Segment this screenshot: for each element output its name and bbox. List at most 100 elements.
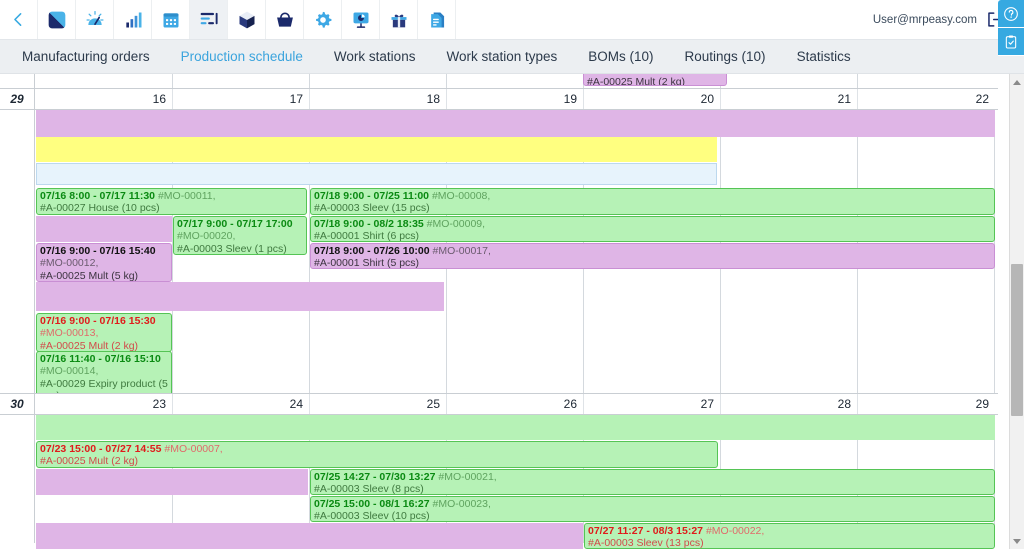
task-bar-mo-00013[interactable]: 07/16 9:00 - 07/16 15:30 #MO-00013, #A-0… — [36, 313, 172, 352]
chevron-left-icon — [14, 13, 22, 26]
task-mo-number: #MO-00007, — [164, 443, 223, 455]
task-product: #A-00003 Sleev (13 pcs) — [588, 537, 704, 549]
nav-icon-documents[interactable] — [418, 0, 456, 39]
scroll-up-button[interactable] — [1010, 74, 1024, 90]
tab-statistics[interactable]: Statistics — [797, 49, 851, 64]
task-bar-continuation-yellow[interactable] — [36, 137, 717, 162]
tab-work-stations[interactable]: Work stations — [334, 49, 416, 64]
nav-icon-calendar[interactable] — [152, 0, 190, 39]
task-bar-continuation-purple-4[interactable] — [36, 469, 308, 495]
task-bar-partial-top[interactable]: #A-00025 Mult (2 kg) — [583, 74, 727, 86]
task-product: #A-00003 Sleev (15 pcs) — [314, 202, 430, 215]
day-header-28[interactable]: 28 — [721, 394, 858, 414]
task-time: 07/18 9:00 - 08/2 18:35 — [314, 218, 427, 230]
task-bar-mo-00008[interactable]: 07/18 9:00 - 07/25 11:00 #MO-00008, #A-0… — [310, 188, 995, 215]
tab-production-schedule[interactable]: Production schedule — [181, 49, 303, 64]
day-header-17[interactable]: 17 — [173, 89, 310, 109]
week-29-number-column — [0, 110, 35, 393]
nav-icon-products[interactable] — [380, 0, 418, 39]
week-band-29: 29 16 17 18 19 20 21 22 07/16 8:00 - 07/… — [0, 88, 998, 402]
nav-icon-crm[interactable] — [342, 0, 380, 39]
nav-icon-performance[interactable] — [76, 0, 114, 39]
task-bar-mo-00021[interactable]: 07/25 14:27 - 07/30 13:27 #MO-00021, #A-… — [310, 469, 995, 495]
task-product: #A-00003 Sleev (10 pcs) — [314, 510, 430, 522]
day-header-23[interactable]: 23 — [35, 394, 173, 414]
task-time: 07/18 9:00 - 07/26 10:00 — [314, 245, 433, 257]
task-bar-continuation-purple-1[interactable] — [36, 110, 995, 137]
task-time: 07/25 15:00 - 08/1 16:27 — [314, 498, 433, 510]
task-mo-number: #MO-00008, — [431, 190, 491, 202]
task-bar-continuation-purple-2[interactable] — [36, 216, 172, 242]
task-bar-mo-00017[interactable]: 07/18 9:00 - 07/26 10:00 #MO-00017, #A-0… — [310, 243, 995, 269]
task-bar-continuation-purple-5[interactable] — [36, 523, 583, 549]
task-bar-continuation-purple-3[interactable] — [36, 282, 444, 311]
day-header-16[interactable]: 16 — [35, 89, 173, 109]
week-30-day-header: 30 23 24 25 26 27 28 29 — [0, 393, 998, 415]
task-time: 07/25 14:27 - 07/30 13:27 — [314, 471, 439, 483]
nav-icon-reports[interactable] — [114, 0, 152, 39]
task-product: #A-00003 Sleev (8 pcs) — [314, 483, 424, 495]
nav-icon-production-planning[interactable] — [190, 0, 228, 39]
day-header-22[interactable]: 22 — [858, 89, 995, 109]
tab-work-station-types[interactable]: Work station types — [446, 49, 557, 64]
task-bar-continuation-blue[interactable] — [36, 163, 717, 185]
day-header-26[interactable]: 26 — [447, 394, 584, 414]
day-header-20[interactable]: 20 — [584, 89, 721, 109]
task-product: #A-00027 House (10 pcs) — [40, 202, 160, 215]
cube-icon — [239, 11, 254, 28]
day-header-27[interactable]: 27 — [584, 394, 721, 414]
task-product: #A-00001 Shirt (5 pcs) — [314, 257, 420, 269]
task-bar-continuation-green-1[interactable] — [36, 415, 995, 440]
scroll-down-button[interactable] — [1010, 533, 1024, 549]
task-mo-number: #MO-00020, — [177, 230, 236, 243]
week-30-number-column — [0, 415, 35, 543]
nav-icon-settings[interactable] — [304, 0, 342, 39]
task-mo-number: #MO-00009, — [426, 218, 486, 230]
tab-boms[interactable]: BOMs (10) — [588, 49, 653, 64]
tab-manufacturing-orders[interactable]: Manufacturing orders — [22, 49, 150, 64]
nav-icon-dashboard[interactable] — [38, 0, 76, 39]
tasks-button[interactable] — [998, 28, 1024, 56]
tab-routings[interactable]: Routings (10) — [685, 49, 766, 64]
scrollbar-thumb[interactable] — [1011, 264, 1023, 416]
task-bar-mo-00020[interactable]: 07/17 9:00 - 07/17 17:00 #MO-00020, #A-0… — [173, 216, 307, 255]
task-bar-mo-00022[interactable]: 07/27 11:27 - 08/3 15:27 #MO-00022, #A-0… — [584, 523, 995, 549]
day-header-18[interactable]: 18 — [310, 89, 447, 109]
task-bar-mo-00009[interactable]: 07/18 9:00 - 08/2 18:35 #MO-00009, #A-00… — [310, 216, 995, 242]
schedule-gantt[interactable]: #A-00025 Mult (2 kg) 29 16 17 18 19 20 2… — [0, 74, 998, 549]
question-mark-icon — [1004, 6, 1018, 21]
day-header-29[interactable]: 29 — [858, 394, 995, 414]
task-time: 07/27 11:27 - 08/3 15:27 — [588, 525, 706, 537]
task-bar-mo-00012[interactable]: 07/16 9:00 - 07/16 15:40 #MO-00012, #A-0… — [36, 243, 172, 282]
task-mo-number: #MO-00021, — [438, 471, 497, 483]
task-mo-number: #MO-00013, — [40, 327, 99, 340]
production-schedule-page: User@mrpeasy.com Manufacturing orders Pr… — [0, 0, 1024, 549]
day-header-19[interactable]: 19 — [447, 89, 584, 109]
calendar-icon — [163, 12, 178, 27]
task-time: 07/16 9:00 - 07/16 15:40 — [40, 245, 156, 257]
document-icon — [430, 12, 444, 27]
day-header-21[interactable]: 21 — [721, 89, 858, 109]
task-time: 07/18 9:00 - 07/25 11:00 — [314, 190, 432, 202]
schedule-inner: #A-00025 Mult (2 kg) 29 16 17 18 19 20 2… — [0, 74, 998, 549]
nav-icon-procurement[interactable] — [266, 0, 304, 39]
help-button[interactable] — [998, 0, 1024, 28]
task-bar-mo-00023[interactable]: 07/25 15:00 - 08/1 16:27 #MO-00023, #A-0… — [310, 496, 995, 522]
task-time: 07/17 9:00 - 07/17 17:00 — [177, 218, 293, 230]
dashboard-icon — [48, 11, 65, 28]
day-header-24[interactable]: 24 — [173, 394, 310, 414]
week-number-column — [0, 74, 35, 88]
task-product: #A-00003 Sleev (1 pcs) — [177, 242, 287, 255]
back-button[interactable] — [0, 0, 38, 39]
task-bar-mo-00007[interactable]: 07/23 15:00 - 07/27 14:55 #MO-00007, #A-… — [36, 441, 718, 468]
nav-icon-stock[interactable] — [228, 0, 266, 39]
vertical-scrollbar[interactable] — [1009, 74, 1024, 549]
task-bar-mo-00011[interactable]: 07/16 8:00 - 07/17 11:30 #MO-00011, #A-0… — [36, 188, 307, 215]
production-planning-icon — [200, 12, 218, 24]
task-partial-product: #A-00025 Mult (2 kg) — [587, 76, 686, 86]
day-header-25[interactable]: 25 — [310, 394, 447, 414]
week-29-day-header: 29 16 17 18 19 20 21 22 — [0, 88, 998, 110]
task-time: 07/23 15:00 - 07/27 14:55 — [40, 443, 165, 455]
basket-icon — [276, 12, 293, 27]
